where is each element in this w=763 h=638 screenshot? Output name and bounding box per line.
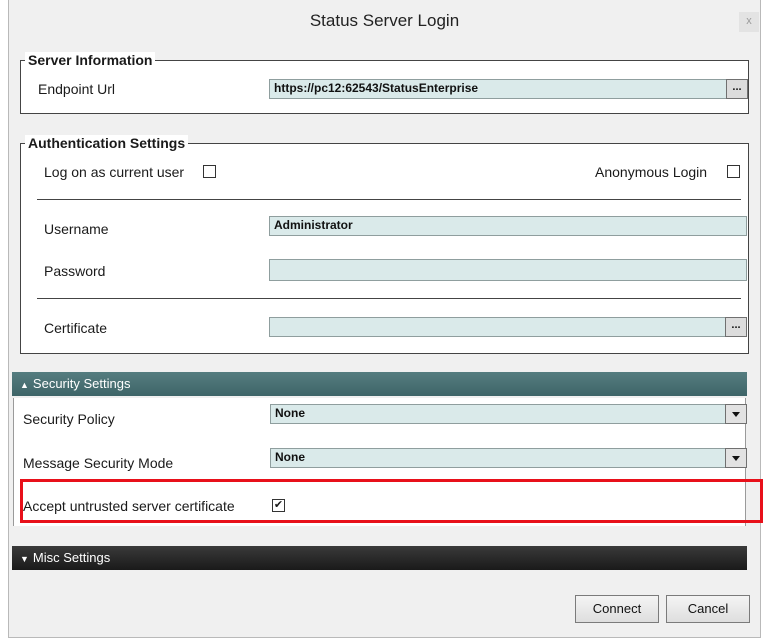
endpoint-url-input[interactable]: https://pc12:62543/StatusEnterprise ... — [269, 79, 748, 99]
close-button[interactable]: x — [739, 12, 759, 32]
server-information-group: Server Information Endpoint Url https://… — [20, 52, 749, 114]
endpoint-url-value: https://pc12:62543/StatusEnterprise — [274, 81, 479, 95]
certificate-label: Certificate — [44, 320, 108, 336]
authentication-settings-legend: Authentication Settings — [25, 135, 189, 151]
security-policy-value: None — [275, 406, 305, 420]
username-label: Username — [44, 221, 109, 237]
security-policy-label: Security Policy — [23, 411, 115, 427]
misc-settings-header[interactable]: ▼ Misc Settings — [12, 546, 747, 570]
password-label: Password — [44, 263, 106, 279]
highlight-annotation — [20, 479, 763, 523]
chevron-down-icon: ▼ — [20, 554, 29, 564]
logon-current-user-label: Log on as current user — [44, 164, 185, 180]
endpoint-browse-button[interactable]: ... — [726, 79, 748, 99]
message-security-mode-label: Message Security Mode — [23, 455, 174, 471]
cancel-button[interactable]: Cancel — [666, 595, 750, 623]
password-input[interactable] — [269, 259, 747, 281]
dropdown-arrow-icon[interactable] — [725, 404, 747, 424]
endpoint-url-label: Endpoint Url — [38, 81, 116, 97]
security-policy-select[interactable]: None — [270, 404, 747, 424]
misc-settings-title: Misc Settings — [32, 550, 111, 565]
authentication-settings-group: Authentication Settings Log on as curren… — [20, 135, 749, 354]
divider — [37, 298, 741, 299]
divider — [37, 199, 741, 200]
message-security-mode-value: None — [275, 450, 305, 464]
certificate-input[interactable]: ... — [269, 317, 747, 337]
username-value: Administrator — [274, 218, 353, 232]
logon-current-user-checkbox[interactable] — [203, 165, 216, 178]
security-settings-header[interactable]: ▲ Security Settings — [12, 372, 747, 396]
title-bar: Status Server Login x — [9, 0, 760, 46]
dialog-title: Status Server Login — [309, 11, 460, 30]
chevron-up-icon: ▲ — [20, 380, 29, 390]
security-settings-title: Security Settings — [32, 376, 131, 391]
message-security-mode-select[interactable]: None — [270, 448, 747, 468]
connect-button[interactable]: Connect — [575, 595, 659, 623]
anonymous-login-checkbox[interactable] — [727, 165, 740, 178]
username-input[interactable]: Administrator — [269, 216, 747, 236]
anonymous-login-label: Anonymous Login — [595, 164, 708, 180]
dropdown-arrow-icon[interactable] — [725, 448, 747, 468]
certificate-browse-button[interactable]: ... — [725, 317, 747, 337]
server-information-legend: Server Information — [25, 52, 156, 68]
